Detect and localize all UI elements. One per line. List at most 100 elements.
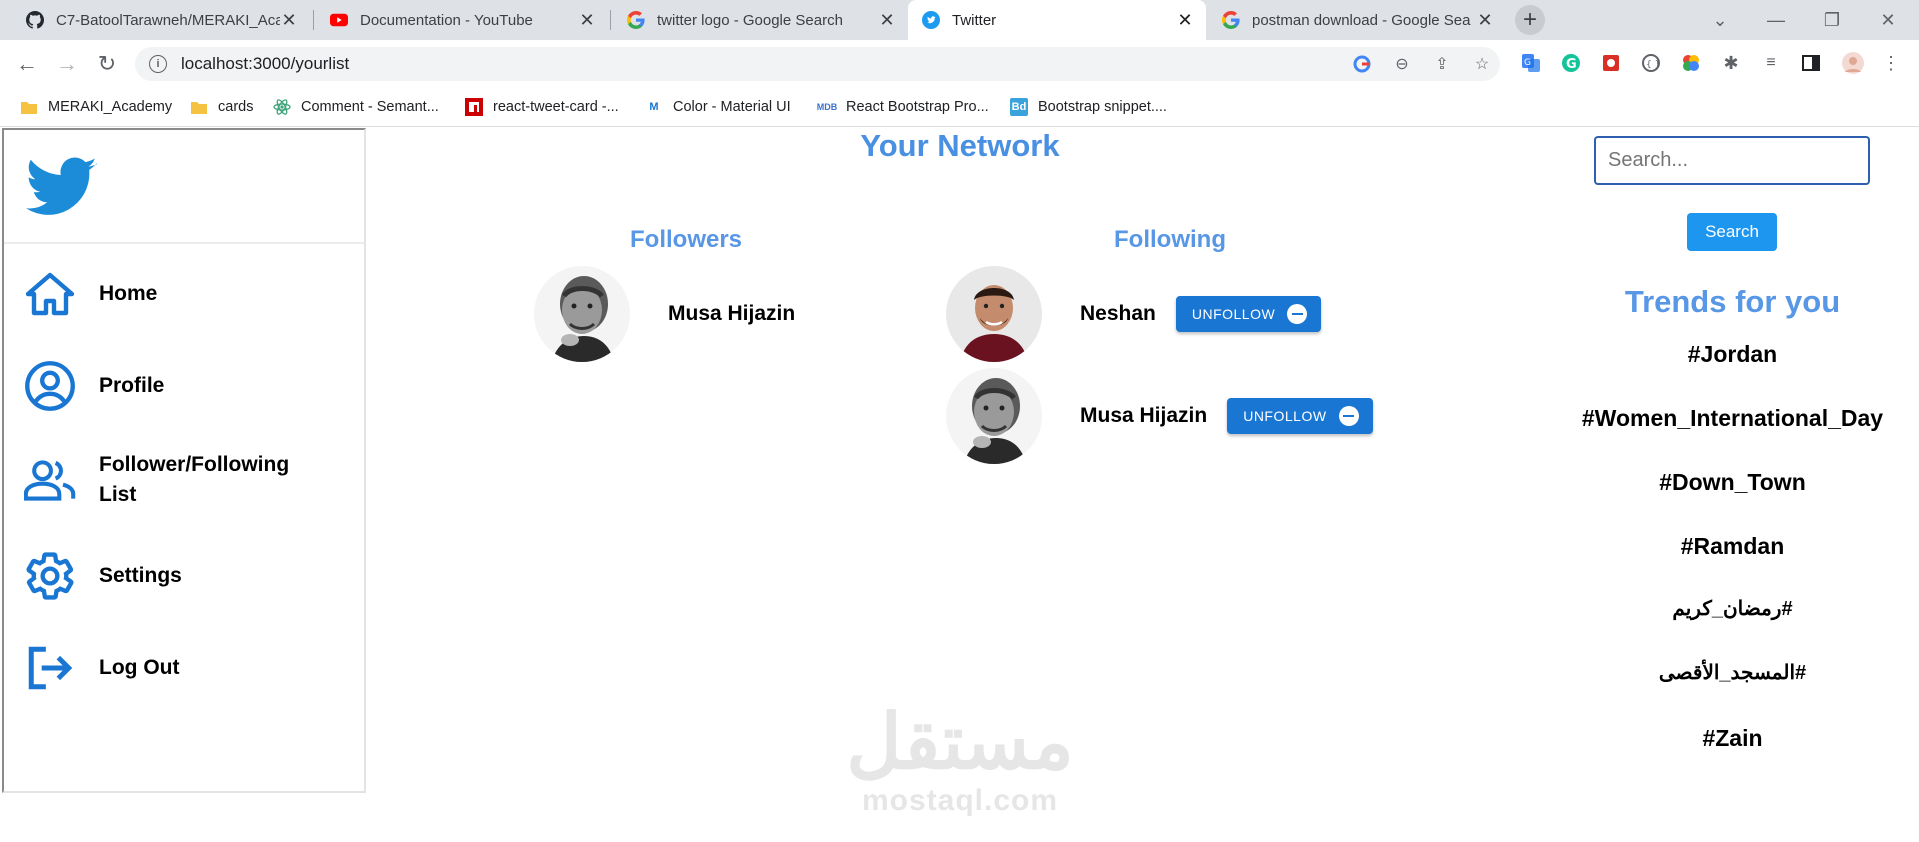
close-icon[interactable]: ✕ [578,10,596,31]
trend-item[interactable]: #Down_Town [1560,469,1905,496]
tab-youtube[interactable]: Documentation - YouTube ✕ [316,0,608,40]
window-close-icon[interactable]: ✕ [1860,0,1916,40]
side-panel-icon[interactable] [1800,52,1822,74]
sidebar-item-profile[interactable]: Profile [4,346,364,426]
profile-icon [24,360,76,412]
trend-item[interactable]: #Zain [1560,725,1905,752]
sidebar-item-label: Home [99,282,158,305]
chevron-down-icon[interactable]: ⌄ [1692,0,1748,40]
forward-icon[interactable]: → [51,48,83,80]
google-icon [627,11,645,29]
svg-text:{ }: { } [1646,60,1660,70]
sidebar-item-label: Profile [99,374,165,397]
unfollow-button[interactable]: UNFOLLOW [1227,398,1373,434]
translate-icon[interactable]: G [1520,52,1542,74]
trend-item[interactable]: #رمضان_كريم [1560,596,1905,621]
tab-divider [313,10,314,30]
color-picker-icon[interactable] [1680,52,1702,74]
grammarly-icon[interactable]: G [1560,52,1582,74]
avatar[interactable] [946,266,1042,362]
sidebar-item-settings[interactable]: Settings [4,536,364,616]
close-icon[interactable]: ✕ [1476,10,1494,31]
reload-icon[interactable]: ↻ [91,48,123,80]
sidebar-item-label: Follower/Following List [99,453,290,506]
restore-icon[interactable]: ❐ [1804,0,1860,40]
bookmark-item[interactable]: MERAKI_Academy [20,88,172,126]
search-button[interactable]: Search [1687,213,1777,251]
tab-strip: C7-BatoolTarawneh/MERAKI_Aca ✕ Documenta… [0,0,1919,40]
tab-divider [610,10,611,30]
unfollow-label: UNFOLLOW [1191,306,1276,322]
avatar[interactable] [946,368,1042,464]
close-icon[interactable]: ✕ [1176,10,1194,31]
youtube-icon [330,11,348,29]
watermark-arabic: مستقل [846,700,1074,785]
people-icon [24,454,76,506]
trend-item[interactable]: #Ramdan [1560,533,1905,560]
page-content: Home Profile Follower/Following List Set… [0,128,1919,842]
mui-icon: M [649,101,659,113]
minimize-icon[interactable]: — [1748,0,1804,40]
profile-avatar-icon[interactable] [1842,52,1864,74]
bookmarks-bar: MERAKI_Academy cards Comment - Semant...… [0,88,1919,127]
bookmark-item[interactable]: M Color - Material UI [645,88,791,126]
folder-icon [20,98,38,116]
logout-icon [24,642,76,694]
sidebar-item-logout[interactable]: Log Out [4,628,364,708]
npm-icon [465,98,483,116]
bookmark-label: MERAKI_Academy [48,99,173,115]
twitter-logo-icon[interactable] [26,156,98,223]
tab-github[interactable]: C7-BatoolTarawneh/MERAKI_Aca ✕ [12,0,310,40]
extension-circle-icon[interactable]: { } [1640,52,1662,74]
sidebar-item-follower-following[interactable]: Follower/Following List [4,440,364,520]
new-tab-button[interactable]: + [1515,5,1545,35]
pdf-extension-icon[interactable] [1600,52,1622,74]
unfollow-button[interactable]: UNFOLLOW [1175,296,1322,332]
person-name: Musa Hijazin [1080,404,1208,427]
bookmark-item[interactable]: cards [190,88,253,126]
bookmark-star-icon[interactable]: ☆ [1472,54,1492,74]
person-name: Neshan [1080,302,1156,325]
avatar[interactable] [534,266,630,362]
bookmark-item[interactable]: Comment - Semant... [273,88,439,126]
zoom-icon[interactable]: ⊖ [1392,54,1412,74]
trend-item[interactable]: #Women_International_Day [1560,405,1905,432]
tab-title: Documentation - YouTube [360,11,533,29]
remove-circle-icon [1287,304,1308,324]
react-icon [273,98,291,116]
info-icon[interactable]: i [149,55,167,73]
trends-heading: Trends for you [1624,284,1841,319]
bookmark-label: react-tweet-card -... [493,99,619,115]
home-icon [24,268,76,320]
remove-circle-icon [1338,406,1359,426]
trend-item[interactable]: #Jordan [1560,341,1905,368]
following-item: Neshan UNFOLLOW [946,266,1322,362]
trend-item[interactable]: #المسجد_الأقصى [1560,660,1905,685]
logo-area [4,130,364,244]
tab-google-postman[interactable]: postman download - Google Sea ✕ [1208,0,1506,40]
more-menu-icon[interactable]: ⋮ [1880,52,1902,74]
address-bar[interactable]: i localhost:3000/yourlist [135,47,1500,81]
bookmark-item[interactable]: Bd Bootstrap snippet.... [1010,88,1167,126]
bookmark-item[interactable]: react-tweet-card -... [465,88,619,126]
bookmark-item[interactable]: MDB React Bootstrap Pro... [817,88,989,126]
sidebar-item-label: Log Out [99,656,180,679]
bd-icon: Bd [1010,98,1028,116]
tab-twitter[interactable]: Twitter ✕ [908,0,1206,40]
close-icon[interactable]: ✕ [280,10,298,31]
google-lens-icon[interactable] [1352,54,1372,74]
back-icon[interactable]: ← [11,48,43,80]
sidebar-item-label: Settings [99,564,182,587]
followers-heading: Followers [630,226,743,253]
media-queue-icon[interactable]: ≡ [1760,52,1782,74]
svg-text:G: G [1566,57,1577,72]
share-icon[interactable]: ⇪ [1432,54,1452,74]
search-input[interactable] [1594,136,1870,185]
bookmark-label: Color - Material UI [673,99,791,115]
bookmark-label: React Bootstrap Pro... [846,99,989,115]
sidebar-item-home[interactable]: Home [4,254,364,334]
unfollow-label: UNFOLLOW [1243,408,1327,424]
tab-google-twitter-logo[interactable]: twitter logo - Google Search ✕ [613,0,908,40]
extensions-puzzle-icon[interactable]: ✱ [1720,52,1742,74]
close-icon[interactable]: ✕ [878,10,896,31]
